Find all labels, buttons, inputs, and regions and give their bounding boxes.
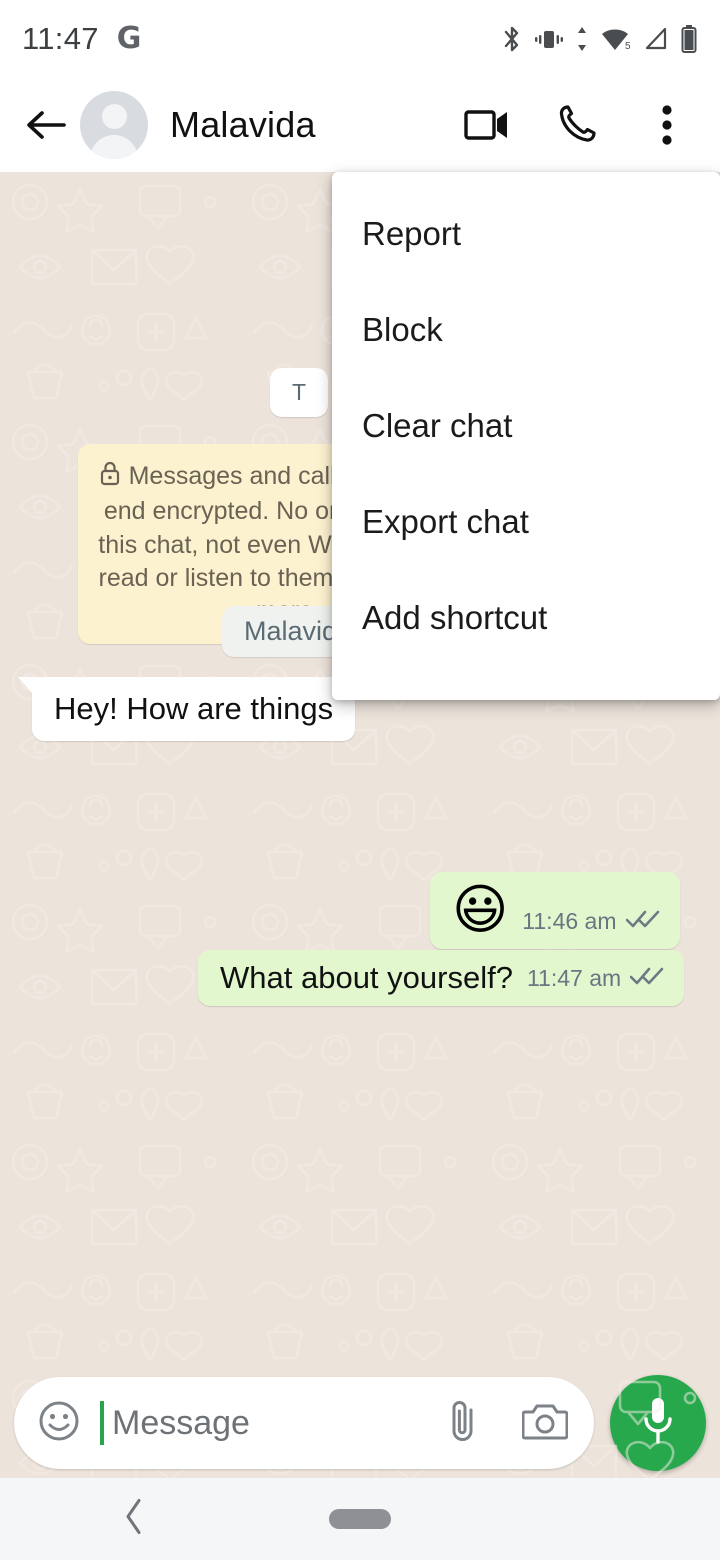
vibrate-icon [534, 25, 564, 53]
nav-back-icon[interactable] [122, 1497, 146, 1542]
voice-record-button[interactable] [610, 1375, 706, 1471]
app-bar-actions [464, 102, 700, 148]
menu-item-export-chat[interactable]: Export chat [332, 474, 720, 570]
google-icon: G [116, 21, 142, 56]
message-time: 11:47 am [526, 965, 622, 991]
status-time: 11:47 [22, 21, 99, 56]
whatsapp-chat-screen: 11:47 G 5 Malavida T Messages and calls … [0, 0, 720, 1560]
video-call-icon[interactable] [464, 102, 510, 148]
message-text: Hey! How are things [54, 691, 334, 726]
text-cursor [100, 1401, 104, 1445]
lock-icon [99, 460, 121, 495]
message-placeholder: Message [112, 1403, 250, 1442]
phone-call-icon[interactable] [554, 102, 600, 148]
system-navigation-bar [0, 1478, 720, 1560]
input-bar-actions [446, 1397, 569, 1450]
back-button[interactable] [20, 99, 72, 151]
message-bubble-incoming[interactable]: Hey! How are things [17, 677, 356, 741]
menu-item-report[interactable]: Report [332, 186, 720, 282]
emoji-icon[interactable] [36, 1398, 82, 1449]
status-bar: 11:47 G 5 [0, 0, 720, 78]
menu-item-clear-chat[interactable]: Clear chat [332, 378, 720, 474]
svg-text:5: 5 [625, 41, 631, 52]
message-bubble-outgoing-text[interactable]: What about yourself? 11:47 am [198, 950, 685, 1006]
avatar-body-shape [90, 135, 138, 159]
message-meta: 11:46 am [522, 908, 659, 939]
avatar-head-shape [101, 104, 127, 129]
paperclip-icon[interactable] [446, 1397, 480, 1450]
avatar[interactable] [80, 91, 148, 159]
app-bar: Malavida [0, 78, 720, 172]
message-meta: 11:47 am [527, 965, 664, 996]
overflow-menu-popup[interactable]: Report Block Clear chat Export chat Add … [332, 172, 720, 700]
status-bar-right: 5 [501, 24, 698, 54]
signal-icon [643, 26, 669, 52]
nav-home-pill[interactable] [329, 1509, 391, 1529]
bluetooth-icon [501, 24, 523, 54]
double-check-icon [625, 909, 660, 934]
overflow-menu-icon[interactable] [644, 102, 690, 148]
status-bar-left: 11:47 G [22, 21, 141, 57]
message-bubble-outgoing-emoji[interactable]: 😃 11:46 am [430, 872, 680, 949]
wifi-icon: 5 [600, 26, 632, 52]
page-title[interactable]: Malavida [170, 104, 316, 146]
data-transfer-icon [575, 25, 589, 53]
message-time: 11:46 am [522, 907, 617, 934]
battery-icon [680, 24, 698, 54]
double-check-icon [629, 966, 664, 991]
message-text: What about yourself? [220, 960, 513, 995]
emoji-grinning-face: 😃 [452, 878, 509, 941]
menu-item-block[interactable]: Block [332, 282, 720, 378]
microphone-icon [638, 1394, 678, 1453]
camera-icon[interactable] [521, 1401, 569, 1446]
menu-item-add-shortcut[interactable]: Add shortcut [332, 570, 720, 666]
date-divider-chip: T [270, 368, 329, 417]
message-input-bar: Message [0, 1368, 720, 1478]
message-input-field[interactable]: Message [14, 1377, 594, 1469]
